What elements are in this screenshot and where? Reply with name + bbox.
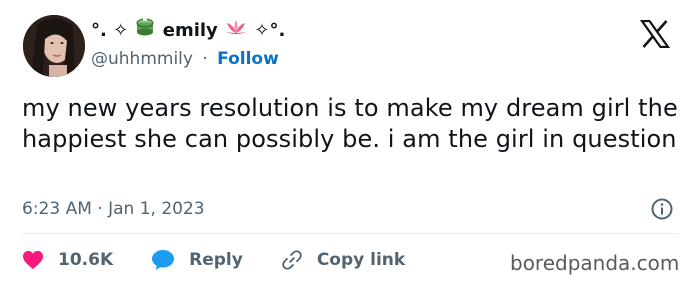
reply-button[interactable]: Reply	[151, 249, 243, 271]
speech-bubble-icon	[152, 250, 175, 270]
avatar[interactable]	[23, 15, 85, 77]
reply-label: Reply	[189, 250, 243, 270]
tweet-time: 6:23 AM	[22, 199, 92, 219]
copy-link-button[interactable]: Copy link	[281, 249, 405, 271]
handle-separator: ·	[202, 49, 208, 69]
x-logo-icon[interactable]	[639, 19, 671, 49]
name-suffix-decoration: ✧°.	[254, 20, 286, 41]
name-prefix-decoration: °. ✧	[91, 20, 129, 41]
tweet-actions: 10.6K Reply Copy link	[22, 246, 443, 274]
like-count: 10.6K	[58, 250, 114, 270]
info-icon[interactable]	[650, 197, 674, 221]
copy-link-label: Copy link	[316, 250, 406, 270]
author-name-row[interactable]: °. ✧ emily ✧°.	[91, 17, 285, 43]
tweet-text: my new years resolution is to make my dr…	[22, 94, 678, 153]
author-handle-row: @uhhmmily · Follow	[91, 47, 279, 71]
matcha-cake-emoji-icon	[134, 17, 156, 45]
heart-icon	[23, 250, 43, 270]
tweet-date: Jan 1, 2023	[108, 199, 205, 219]
author-name: emily	[162, 20, 218, 41]
timestamp-separator: ·	[97, 199, 103, 219]
tweet-timestamp[interactable]: 6:23 AM · Jan 1, 2023	[22, 197, 205, 221]
link-icon	[282, 250, 302, 270]
lotus-emoji-icon	[224, 18, 248, 44]
author-handle[interactable]: @uhhmmily	[91, 49, 193, 69]
divider	[22, 233, 678, 234]
follow-button[interactable]: Follow	[217, 49, 279, 69]
watermark: boredpanda.com	[510, 251, 680, 275]
tweet-card: °. ✧ emily ✧°. @uhhmmily · Follow my new…	[0, 0, 700, 287]
like-button[interactable]: 10.6K	[22, 250, 113, 270]
